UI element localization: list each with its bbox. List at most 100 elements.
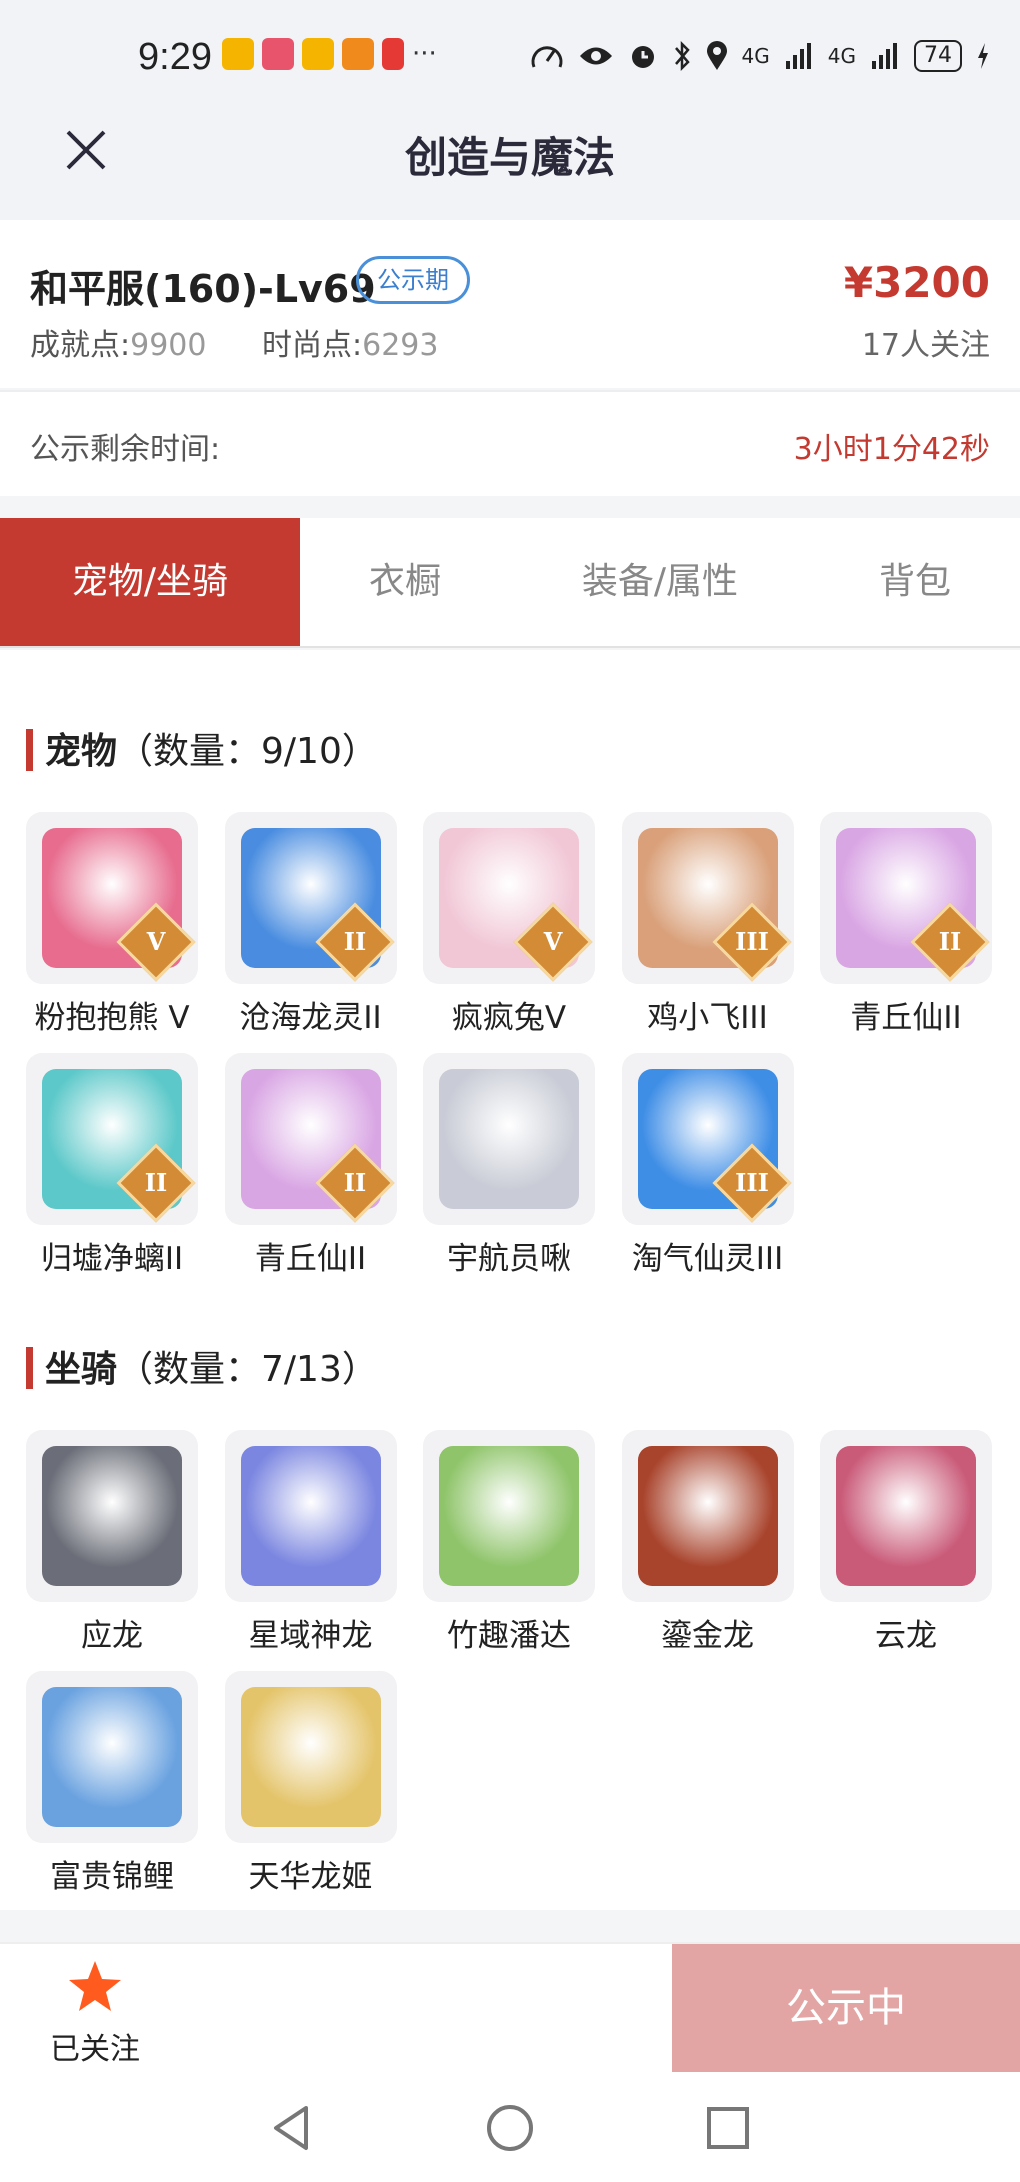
pets-thumbnail: V (423, 812, 595, 984)
tier-label: III (734, 1168, 769, 1197)
alarm-icon (631, 46, 654, 68)
mounts-card[interactable]: 天华龙姬 (224, 1671, 397, 1907)
mounts-name: 天华龙姬 (248, 1859, 373, 1895)
pets-thumbnail (423, 1053, 595, 1225)
pets-card[interactable]: II 青丘仙II (224, 1053, 397, 1289)
pets-artwork (439, 1069, 579, 1209)
tab-wardrobe[interactable]: 衣橱 (300, 518, 510, 646)
mounts-card[interactable]: 富贵锦鲤 (26, 1671, 198, 1907)
tier-label: III (734, 927, 769, 956)
countdown-row: 公示剩余时间: 3小时1分42秒 (0, 390, 1020, 496)
tier-label: II (343, 927, 366, 956)
section-divider (0, 1912, 1020, 1942)
tab-content: 宠物（数量：9/10） V 粉抱抱熊 V II 沧海龙灵II V 疯疯兔V III 鸡小飞II… (0, 650, 1020, 1910)
listing-title: 和平服(160)-Lv69 (30, 267, 376, 311)
speed-icon (531, 46, 563, 68)
achievement-value: 9900 (130, 328, 207, 363)
mounts-name: 应龙 (81, 1618, 143, 1654)
mounts-artwork (439, 1446, 579, 1586)
section-marker (26, 1347, 33, 1389)
signal-icon: 4G (741, 44, 770, 68)
pets-thumbnail: V (26, 812, 198, 984)
mounts-artwork (240, 1446, 381, 1586)
listing-card: 和平服(160)-Lv69 公示期 ¥3200 成就点:9900 时尚点:629… (0, 220, 1020, 388)
signal-icon: 4G (827, 44, 856, 68)
pets-name: 疯疯兔V (451, 1000, 567, 1036)
follow-label: 已关注 (50, 2032, 140, 2067)
tab-backpack[interactable]: 背包 (800, 518, 1020, 646)
achievement-label: 成就点: (30, 328, 131, 363)
mounts-thumbnail (423, 1430, 595, 1602)
bluetooth-icon (674, 40, 690, 72)
pets-thumbnail: III (621, 812, 794, 984)
tier-label: V (543, 927, 563, 956)
page-title: 创造与魔法 (404, 133, 615, 182)
mounts-thumbnail (224, 1430, 397, 1602)
home-icon[interactable] (484, 2102, 536, 2154)
pets-heading: 宠物（数量：9/10） (26, 722, 378, 774)
pets-name: 粉抱抱熊 V (34, 1000, 190, 1036)
mounts-card[interactable]: 星域神龙 (224, 1430, 397, 1666)
follower-count: 17人关注 (861, 328, 990, 363)
pets-thumbnail: II (820, 812, 992, 984)
pets-name: 沧海龙灵II (239, 1000, 382, 1036)
pets-name: 青丘仙II (254, 1241, 367, 1277)
pets-card[interactable]: II 归墟净螭II (26, 1053, 198, 1289)
countdown-value: 3小时1分42秒 (793, 432, 990, 467)
mounts-card[interactable]: 应龙 (26, 1430, 198, 1666)
recents-icon[interactable] (702, 2102, 754, 2154)
publicity-status-button[interactable]: 公示中 (672, 1944, 1020, 2072)
section-marker (26, 729, 33, 771)
pets-thumbnail: II (26, 1053, 198, 1225)
pets-name: 鸡小飞III (647, 1000, 768, 1036)
pets-thumbnail: III (621, 1053, 794, 1225)
mounts-name: 星域神龙 (248, 1618, 373, 1654)
follow-button[interactable]: 已关注 (40, 1958, 150, 2068)
mounts-artwork (637, 1446, 778, 1586)
mounts-thumbnail (621, 1430, 794, 1602)
star-icon (69, 1961, 121, 2011)
tier-label: II (144, 1168, 168, 1197)
app-notification-icon (222, 38, 254, 70)
mounts-count: （数量：7/13） (117, 1349, 378, 1390)
pets-card[interactable]: 宇航员啾 (423, 1053, 595, 1289)
mounts-thumbnail (26, 1671, 198, 1843)
charging-icon (978, 43, 988, 69)
pets-card[interactable]: II 青丘仙II (820, 812, 992, 1048)
tab-pets-mounts[interactable]: 宠物/坐骑 (0, 518, 300, 646)
mounts-card[interactable]: 竹趣潘达 (423, 1430, 595, 1666)
signal-bars-icon (785, 43, 811, 69)
fashion-points: 时尚点:6293 (262, 320, 438, 364)
shopping-notification-icon (262, 38, 294, 70)
mounts-name: 鎏金龙 (661, 1618, 754, 1654)
tier-label: II (343, 1168, 366, 1197)
mounts-name: 富贵锦鲤 (50, 1859, 174, 1895)
bottom-action-bar: 已关注 公示中 (0, 1942, 1020, 2074)
back-icon[interactable] (266, 2102, 318, 2154)
pets-card[interactable]: III 鸡小飞III (621, 812, 794, 1048)
tier-label: II (938, 927, 962, 956)
pets-thumbnail: II (224, 812, 397, 984)
pets-name: 宇航员啾 (447, 1241, 571, 1277)
mounts-card[interactable]: 鎏金龙 (621, 1430, 794, 1666)
app-notification-icon (302, 38, 334, 70)
mounts-thumbnail (820, 1430, 992, 1602)
pets-card[interactable]: V 疯疯兔V (423, 812, 595, 1048)
pets-card[interactable]: II 沧海龙灵II (224, 812, 397, 1048)
mounts-card[interactable]: 云龙 (820, 1430, 992, 1666)
tab-bar: 宠物/坐骑 衣橱 装备/属性 背包 (0, 518, 1020, 648)
pets-name: 归墟净螭II (40, 1241, 184, 1277)
notification-icons: ··· (222, 38, 437, 70)
tab-equipment[interactable]: 装备/属性 (530, 518, 790, 646)
pets-card[interactable]: V 粉抱抱熊 V (26, 812, 198, 1048)
mounts-thumbnail (26, 1430, 198, 1602)
pets-card[interactable]: III 淘气仙灵III (621, 1053, 794, 1289)
location-icon (706, 41, 727, 70)
pets-name: 青丘仙II (850, 1000, 962, 1036)
mounts-title: 坐骑 (45, 1349, 118, 1390)
mounts-artwork (836, 1446, 976, 1586)
eye-icon (579, 47, 612, 65)
more-notifications-icon: ··· (412, 39, 437, 69)
fashion-label: 时尚点: (262, 328, 363, 363)
mounts-artwork (240, 1687, 381, 1827)
